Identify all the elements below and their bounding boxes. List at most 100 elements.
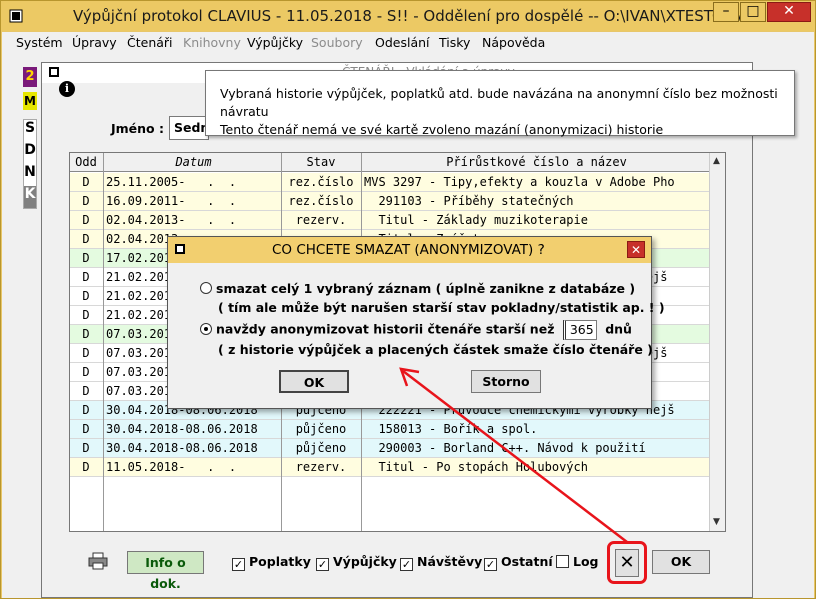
checkbox-poplatky[interactable]: ✓ Poplatky <box>232 554 311 571</box>
checkbox-label: Návštěvy <box>417 554 483 569</box>
cell-datum: 02.04.2013- . . <box>106 213 237 227</box>
cell-stav: rezerv. <box>295 460 347 474</box>
cell-odd: D <box>82 308 90 322</box>
window-title: Výpůjční protokol CLAVIUS - 11.05.2018 -… <box>73 7 751 25</box>
left-letter[interactable]: N <box>24 164 36 186</box>
checkbox-label: Log <box>573 554 599 569</box>
close-button[interactable]: ✕ <box>767 2 811 22</box>
cell-datum: 25.11.2005- . . <box>106 175 237 189</box>
printer-icon[interactable] <box>88 552 108 570</box>
tooltip-line: Vybraná historie výpůjček, poplatků atd.… <box>220 86 778 119</box>
cell-odd: D <box>82 365 90 379</box>
cell-datum: 11.05.2018- . . <box>106 460 237 474</box>
table-row[interactable]: D 25.11.2005- . . rez.číslo MVS 3297 - Tipy… <box>70 173 709 192</box>
column-header-nazev[interactable]: Přírůstkové číslo a název <box>364 155 709 169</box>
days-input[interactable]: 365 <box>562 320 597 340</box>
left-strip-number: 2 <box>23 67 37 87</box>
menu-soubory[interactable]: Soubory <box>311 35 363 50</box>
table-scrollbar[interactable]: ▲ ▼ <box>709 153 725 531</box>
dialog-title: CO CHCETE SMAZAT (ANONYMIZOVAT) ? <box>272 242 545 258</box>
cell-nazev: 290003 - Borland C++. Návod k použití <box>364 441 646 455</box>
info-icon: i <box>59 81 75 97</box>
checkbox-label: Poplatky <box>249 554 311 569</box>
cell-odd: D <box>82 346 90 360</box>
checkbox-ostatni[interactable]: ✓ Ostatní <box>484 554 553 571</box>
left-letter[interactable]: K <box>24 186 36 208</box>
maximize-button[interactable]: □ <box>740 2 766 22</box>
cell-datum: 16.09.2011- . . <box>106 194 237 208</box>
table-row[interactable]: D 11.05.2018- . . rezerv. Titul - Po stopá… <box>70 458 709 477</box>
cell-nazev: Titul - Po stopách Holubových <box>364 460 588 474</box>
checkbox-vypujcky[interactable]: ✓ Výpůjčky <box>316 554 397 571</box>
cell-nazev: 158013 - Bořík a spol. <box>364 422 538 436</box>
dialog-title-bar: CO CHCETE SMAZAT (ANONYMIZOVAT) ? ✕ <box>168 237 651 263</box>
cell-odd: D <box>82 384 90 398</box>
cell-stav: rezerv. <box>295 213 347 227</box>
left-letter[interactable]: S <box>24 120 36 142</box>
table-row[interactable]: D 30.04.2018-08.06.2018 půjčeno 290003 - B… <box>70 439 709 458</box>
scroll-up-icon[interactable]: ▲ <box>713 156 720 166</box>
option-anonymize-history[interactable]: navždy anonymizovat historii čtenáře sta… <box>200 320 632 340</box>
menu-ctenari[interactable]: Čtenáři <box>127 35 173 50</box>
menu-knihovny[interactable]: Knihovny <box>183 35 241 50</box>
check-icon[interactable]: ✓ <box>316 558 329 571</box>
radio-icon[interactable] <box>200 282 212 294</box>
ok-button[interactable]: OK <box>652 550 710 574</box>
cell-odd: D <box>82 175 90 189</box>
column-header-odd[interactable]: Odd <box>70 155 102 169</box>
checkbox-navstevy[interactable]: ✓ Návštěvy <box>400 554 483 571</box>
menu-vypujcky[interactable]: Výpůjčky <box>247 35 303 50</box>
cell-odd: D <box>82 441 90 455</box>
option-delete-record[interactable]: smazat celý 1 vybraný záznam ( úplně zan… <box>200 281 635 296</box>
cell-datum: 30.04.2018-08.06.2018 <box>106 441 258 455</box>
window-icon <box>175 244 185 254</box>
cell-stav: půjčeno <box>295 422 347 436</box>
option1-note: ( tím ale může být narušen starší stav p… <box>218 300 665 315</box>
checkbox-label: Výpůjčky <box>333 554 397 569</box>
cell-odd: D <box>82 422 90 436</box>
column-header-datum[interactable]: Datum <box>106 155 281 169</box>
cell-odd: D <box>82 460 90 474</box>
check-icon[interactable]: ✓ <box>400 558 413 571</box>
jmeno-label: Jméno : <box>111 121 164 136</box>
cell-odd: D <box>82 403 90 417</box>
check-icon[interactable]: ✓ <box>484 558 497 571</box>
cell-odd: D <box>82 213 90 227</box>
jmeno-input[interactable]: Sedm <box>169 116 209 140</box>
cell-datum: 30.04.2018-08.06.2018 <box>106 422 258 436</box>
info-doc-button[interactable]: Info o dok. <box>127 551 204 591</box>
table-row[interactable]: D 16.09.2011- . . rez.číslo 291103 - Příbě… <box>70 192 709 211</box>
empty-box-icon[interactable] <box>556 555 569 568</box>
cell-odd: D <box>82 289 90 303</box>
radio-selected-icon[interactable] <box>200 322 212 335</box>
dialog-storno-button[interactable]: Storno <box>471 370 541 393</box>
scroll-down-icon[interactable]: ▼ <box>713 517 720 527</box>
menu-system[interactable]: Systém <box>16 35 63 50</box>
cell-odd: D <box>82 194 90 208</box>
table-row[interactable]: D 30.04.2018-08.06.2018 půjčeno 158013 - B… <box>70 420 709 439</box>
menu-napoveda[interactable]: Nápověda <box>482 35 545 50</box>
cell-stav: půjčeno <box>295 441 347 455</box>
dialog-ok-button[interactable]: OK <box>279 370 349 393</box>
menu-tisky[interactable]: Tisky <box>439 35 470 50</box>
checkbox-log[interactable]: Log <box>556 554 599 570</box>
menu-bar: Systém Úpravy Čtenáři Knihovny Výpůjčky … <box>2 32 814 54</box>
left-letter[interactable]: D <box>24 142 36 164</box>
checkbox-label: Ostatní <box>501 554 553 569</box>
main-window: Výpůjční protokol CLAVIUS - 11.05.2018 -… <box>0 0 816 599</box>
anonymize-dialog: CO CHCETE SMAZAT (ANONYMIZOVAT) ? ✕ smaz… <box>167 236 665 409</box>
check-icon[interactable]: ✓ <box>232 558 245 571</box>
cell-nazev: 291103 - Příběhy statečných <box>364 194 574 208</box>
menu-odeslani[interactable]: Odeslání <box>375 35 430 50</box>
cell-odd: D <box>82 232 90 246</box>
table-row[interactable]: D 02.04.2013- . . rezerv. Titul - Základy … <box>70 211 709 230</box>
menu-upravy[interactable]: Úpravy <box>72 35 117 50</box>
days-unit: dnů <box>605 321 632 337</box>
minimize-button[interactable]: – <box>713 2 739 22</box>
left-letter-list: S D N K <box>23 119 37 209</box>
column-header-stav[interactable]: Stav <box>282 155 360 169</box>
tooltip-line: Tento čtenář nemá ve své kartě zvoleno m… <box>220 122 664 137</box>
dialog-close-button[interactable]: ✕ <box>627 241 645 258</box>
title-bar: Výpůjční protokol CLAVIUS - 11.05.2018 -… <box>1 1 815 31</box>
option-label: smazat celý 1 vybraný záznam ( úplně zan… <box>216 281 636 296</box>
